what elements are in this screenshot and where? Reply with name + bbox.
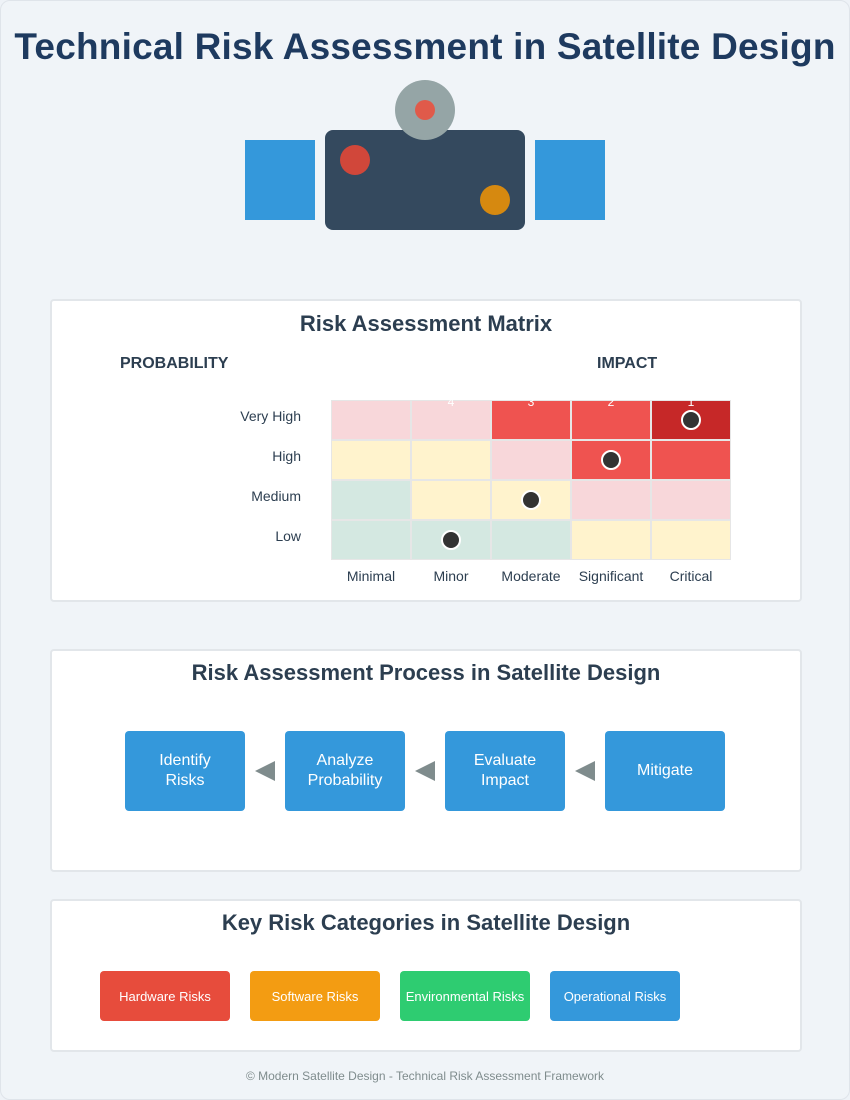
risk-matrix-card: Risk Assessment Matrix PROBABILITY IMPAC… [50,299,802,602]
risk-cell [651,440,731,480]
risk-cell [651,480,731,520]
process-step: Analyze Probability [285,731,405,811]
risk-cell [331,480,411,520]
probability-row-label: High [272,448,301,464]
risk-cell [571,480,651,520]
impact-axis-label: IMPACT [597,355,658,372]
impact-column-label: Critical [669,568,713,584]
left-arrow-icon [255,761,275,781]
risk-rank-number: 1 [687,395,695,409]
probability-axis-label: PROBABILITY [120,355,229,372]
risk-marker [521,490,541,510]
risk-rank-number: 3 [527,395,535,409]
risk-cell [331,520,411,560]
process-title: Risk Assessment Process in Satellite Des… [191,660,661,685]
impact-column-label: Minor [433,568,469,584]
probability-row-label: Very High [240,408,301,424]
risk-cell [411,480,491,520]
process-step: Evaluate Impact [445,731,565,811]
left-arrow-icon [415,761,435,781]
risk-cell [331,400,411,440]
antenna-indicator [415,100,435,120]
risk-category-badge: Operational Risks [550,971,680,1021]
impact-column-label: Significant [578,568,644,584]
risk-marker [441,530,461,550]
risk-cell [571,520,651,560]
risk-marker [681,410,701,430]
risk-rank-number: 4 [447,395,455,409]
impact-column-label: Minimal [346,568,396,584]
red-indicator-light [340,145,370,175]
risk-rank-number: 2 [607,395,615,409]
categories-card: Key Risk Categories in Satellite Design … [50,899,802,1052]
risk-cell [411,440,491,480]
probability-row-label: Low [275,528,301,544]
footer-text: © Modern Satellite Design - Technical Ri… [245,1069,605,1083]
risk-cell [331,440,411,480]
risk-cell [491,520,571,560]
risk-cell [651,520,731,560]
risk-marker [601,450,621,470]
risk-category-badge: Environmental Risks [400,971,530,1021]
process-card: Risk Assessment Process in Satellite Des… [50,649,802,872]
page-title: Technical Risk Assessment in Satellite D… [14,26,836,67]
process-step: Identify Risks [125,731,245,811]
risk-category-badge: Hardware Risks [100,971,230,1021]
orange-indicator-light [480,185,510,215]
categories-title: Key Risk Categories in Satellite Design [221,910,631,935]
right-solar-panel [535,140,605,220]
matrix-title: Risk Assessment Matrix [299,311,553,336]
process-step: Mitigate [605,731,725,811]
left-arrow-icon [575,761,595,781]
probability-row-label: Medium [251,488,301,504]
left-solar-panel [245,140,315,220]
risk-category-badge: Software Risks [250,971,380,1021]
impact-column-label: Moderate [501,568,561,584]
risk-cell [491,440,571,480]
